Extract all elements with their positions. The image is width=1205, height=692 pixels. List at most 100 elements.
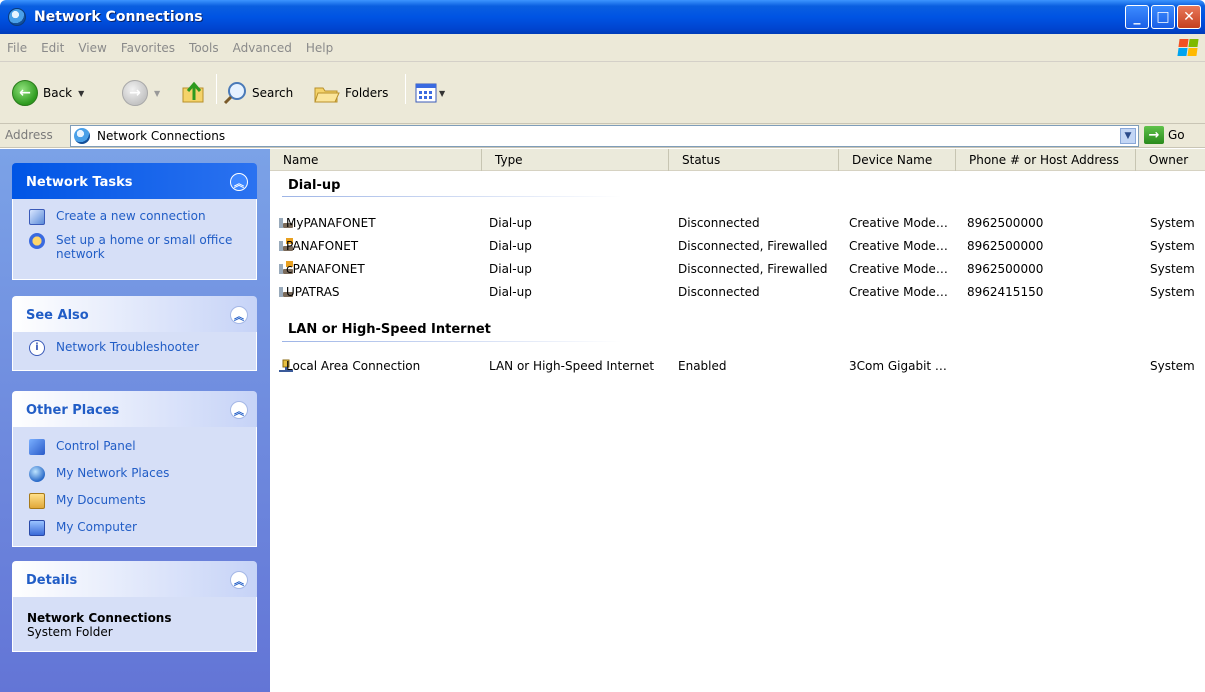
search-label: Search xyxy=(252,86,294,100)
other-places-title: Other Places xyxy=(26,403,120,418)
network-tasks-title: Network Tasks xyxy=(26,175,133,190)
list-row[interactable]: MyPANAFONET Dial-up Disconnected Creativ… xyxy=(270,212,1205,234)
folders-label: Folders xyxy=(345,86,389,100)
windows-logo-icon xyxy=(1177,38,1199,58)
network-troubleshooter-label: Network Troubleshooter xyxy=(56,340,199,354)
column-header: Name Type Status Device Name Phone # or … xyxy=(270,149,1205,171)
window-title: Network Connections xyxy=(34,9,203,25)
my-computer-label: My Computer xyxy=(56,520,137,534)
forward-button[interactable]: → ▼ xyxy=(122,80,160,106)
views-dropdown-icon: ▼ xyxy=(439,88,446,98)
go-arrow-icon: → xyxy=(1144,126,1164,144)
details-title: Details xyxy=(26,573,78,588)
menu-edit[interactable]: Edit xyxy=(34,41,71,55)
column-status[interactable]: Status xyxy=(669,149,839,171)
row-owner: System xyxy=(1150,359,1195,373)
row-phone: 8962500000 xyxy=(967,216,1044,230)
address-value: Network Connections xyxy=(97,129,226,143)
close-button[interactable]: ✕ xyxy=(1177,5,1201,29)
my-documents-link[interactable]: My Documents xyxy=(29,493,246,509)
views-icon xyxy=(415,83,437,103)
go-button[interactable]: → Go xyxy=(1144,126,1185,144)
menu-advanced[interactable]: Advanced xyxy=(226,41,299,55)
back-button[interactable]: ← Back ▼ xyxy=(12,80,84,106)
row-device: Creative Mode… xyxy=(849,216,948,230)
list-row[interactable]: PANAFONET Dial-up Disconnected, Firewall… xyxy=(270,235,1205,257)
row-name: Local Area Connection xyxy=(286,359,421,373)
my-network-places-link[interactable]: My Network Places xyxy=(29,466,246,482)
see-also-panel: See Also ︽ i Network Troubleshooter xyxy=(12,296,257,371)
column-owner[interactable]: Owner xyxy=(1136,149,1205,171)
row-device: Creative Mode… xyxy=(849,262,948,276)
home-network-icon xyxy=(29,233,45,249)
column-type[interactable]: Type xyxy=(482,149,669,171)
minimize-button[interactable]: _ xyxy=(1125,5,1149,29)
list-row[interactable]: UPATRAS Dial-up Disconnected Creative Mo… xyxy=(270,281,1205,303)
control-panel-icon xyxy=(29,439,45,455)
list-row[interactable]: Local Area Connection LAN or High-Speed … xyxy=(270,355,1205,377)
up-folder-button[interactable] xyxy=(180,78,208,106)
address-input[interactable]: Network Connections ▼ xyxy=(70,125,1139,147)
views-button[interactable]: ▼ xyxy=(415,83,445,103)
new-connection-icon xyxy=(29,209,45,225)
row-name: UPATRAS xyxy=(286,285,340,299)
search-icon xyxy=(223,82,246,105)
row-status: Disconnected, Firewalled xyxy=(678,262,828,276)
menu-file[interactable]: File xyxy=(0,41,34,55)
list-row[interactable]: cPANAFONET Dial-up Disconnected, Firewal… xyxy=(270,258,1205,280)
group-header-dialup: Dial-up xyxy=(288,178,341,193)
create-connection-link[interactable]: Create a new connection xyxy=(29,209,246,225)
network-tasks-panel: Network Tasks ︽ Create a new connection … xyxy=(12,163,257,280)
go-label: Go xyxy=(1168,128,1185,142)
folders-icon xyxy=(314,87,340,103)
address-bar: Address Network Connections ▼ → Go xyxy=(0,124,1205,148)
row-type: Dial-up xyxy=(489,239,532,253)
menu-tools[interactable]: Tools xyxy=(182,41,226,55)
row-owner: System xyxy=(1150,262,1195,276)
task-pane: Network Tasks ︽ Create a new connection … xyxy=(0,149,270,692)
toolbar: ← Back ▼ → ▼ Search Folders ▼ xyxy=(0,62,1205,124)
row-phone: 8962500000 xyxy=(967,262,1044,276)
details-header[interactable]: Details ︽ xyxy=(12,561,257,597)
row-device: Creative Mode… xyxy=(849,239,948,253)
my-computer-link[interactable]: My Computer xyxy=(29,520,246,536)
column-device-name[interactable]: Device Name xyxy=(839,149,956,171)
my-documents-label: My Documents xyxy=(56,493,146,507)
row-status: Disconnected, Firewalled xyxy=(678,239,828,253)
up-folder-icon xyxy=(182,81,204,103)
collapse-chevron-icon[interactable]: ︽ xyxy=(230,571,248,589)
row-status: Enabled xyxy=(678,359,727,373)
address-dropdown-button[interactable]: ▼ xyxy=(1120,128,1136,144)
folder-icon xyxy=(29,493,45,509)
network-connections-icon xyxy=(8,8,26,26)
menu-help[interactable]: Help xyxy=(299,41,340,55)
network-tasks-header[interactable]: Network Tasks ︽ xyxy=(12,163,257,199)
row-name: MyPANAFONET xyxy=(286,216,376,230)
column-phone-host[interactable]: Phone # or Host Address xyxy=(956,149,1136,171)
folders-button[interactable]: Folders xyxy=(313,80,388,106)
search-button[interactable]: Search xyxy=(222,80,293,106)
collapse-chevron-icon[interactable]: ︽ xyxy=(230,173,248,191)
create-connection-label: Create a new connection xyxy=(56,209,206,223)
see-also-header[interactable]: See Also ︽ xyxy=(12,296,257,332)
details-panel: Details ︽ Network Connections System Fol… xyxy=(12,561,257,652)
other-places-header[interactable]: Other Places ︽ xyxy=(12,391,257,427)
row-device: 3Com Gigabit … xyxy=(849,359,947,373)
details-name: Network Connections xyxy=(27,611,172,625)
row-owner: System xyxy=(1150,239,1195,253)
menu-view[interactable]: View xyxy=(71,41,113,55)
row-status: Disconnected xyxy=(678,216,760,230)
column-name[interactable]: Name xyxy=(270,149,482,171)
menu-favorites[interactable]: Favorites xyxy=(114,41,182,55)
collapse-chevron-icon[interactable]: ︽ xyxy=(230,306,248,324)
control-panel-link[interactable]: Control Panel xyxy=(29,439,246,455)
setup-home-network-link[interactable]: Set up a home or small office network xyxy=(29,233,246,261)
row-phone: 8962415150 xyxy=(967,285,1044,299)
maximize-button[interactable]: □ xyxy=(1151,5,1175,29)
network-troubleshooter-link[interactable]: i Network Troubleshooter xyxy=(29,340,246,356)
forward-arrow-icon: → xyxy=(122,80,148,106)
collapse-chevron-icon[interactable]: ︽ xyxy=(230,401,248,419)
row-type: Dial-up xyxy=(489,216,532,230)
see-also-title: See Also xyxy=(26,308,89,323)
menu-bar: File Edit View Favorites Tools Advanced … xyxy=(0,34,1205,62)
